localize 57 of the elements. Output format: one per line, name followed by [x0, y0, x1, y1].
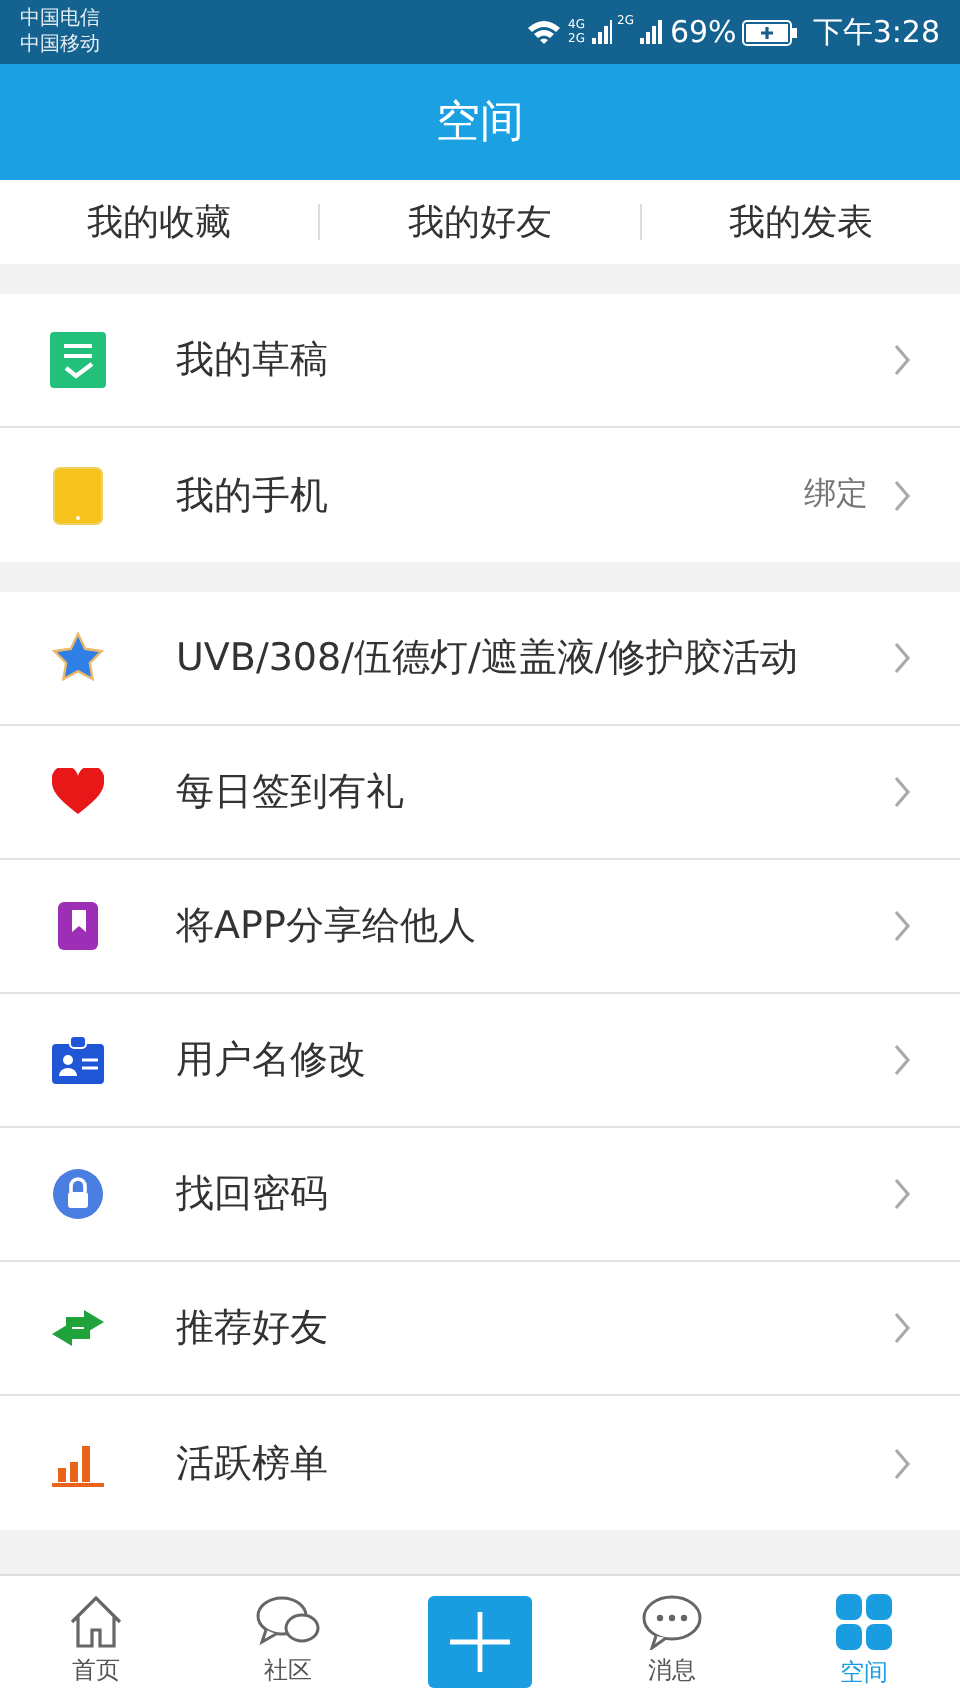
battery-icon [742, 19, 799, 45]
menu-row[interactable]: 用户名修改 [0, 994, 960, 1128]
signal-icon [639, 20, 664, 44]
chevron-right-icon [892, 1447, 912, 1479]
menu-row[interactable]: 我的手机 绑定 [0, 428, 960, 562]
row-label: 我的草稿 [176, 336, 330, 386]
chevron-right-icon [892, 776, 912, 808]
row-label: 找回密码 [176, 1170, 330, 1220]
row-label: 每日签到有礼 [176, 768, 406, 818]
row-label: 活跃榜单 [176, 1439, 330, 1489]
bookmark-icon [56, 900, 100, 952]
menu-row[interactable]: 找回密码 [0, 1128, 960, 1262]
tab[interactable]: 我的好友 [407, 198, 552, 246]
home-icon [66, 1594, 126, 1650]
star-icon [50, 630, 106, 686]
wifi-icon [526, 18, 563, 46]
grid-icon [834, 1592, 894, 1652]
heart-icon [52, 768, 104, 816]
row-label: 我的手机 [176, 471, 330, 521]
phone-icon [52, 465, 104, 525]
row-value: 绑定 [804, 474, 868, 516]
chevron-right-icon [892, 910, 912, 942]
menu-row[interactable]: 活跃榜单 [0, 1396, 960, 1530]
signal-icon [591, 20, 611, 44]
chevron-right-icon [892, 344, 912, 376]
plus-icon [448, 1609, 512, 1673]
tab[interactable]: 我的收藏 [87, 198, 232, 246]
menu-row[interactable]: 每日签到有礼 [0, 726, 960, 860]
carrier-name: 中国电信 [20, 6, 100, 32]
chevron-right-icon [892, 1312, 912, 1344]
row-label: 将APP分享给他人 [176, 902, 478, 952]
message-bubble-icon [640, 1594, 704, 1650]
chat-bubbles-icon [254, 1594, 322, 1650]
chevron-right-icon [892, 1044, 912, 1076]
menu-row[interactable]: UVB/308/伍德灯/遮盖液/修护胶活动 [0, 592, 960, 726]
battery-percent: 69% [669, 14, 737, 50]
id-card-icon [50, 1034, 106, 1086]
row-label: 推荐好友 [176, 1304, 330, 1354]
chevron-right-icon [892, 479, 912, 511]
swap-arrows-icon [48, 1308, 108, 1348]
chevron-right-icon [892, 642, 912, 674]
clock-time: 下午3:28 [812, 13, 940, 51]
draft-icon [48, 330, 108, 390]
menu-row[interactable]: 推荐好友 [0, 1262, 960, 1396]
chevron-right-icon [892, 1178, 912, 1210]
tab[interactable]: 我的发表 [728, 198, 873, 246]
nav-tab[interactable]: 首页 [0, 1594, 192, 1688]
nav-tab[interactable]: 消息 [576, 1594, 768, 1688]
menu-row[interactable]: 我的草稿 [0, 294, 960, 428]
screen-title: 空间 [436, 96, 524, 152]
row-label: 用户名修改 [176, 1036, 368, 1086]
carrier-name: 中国移动 [20, 32, 100, 58]
row-label: UVB/308/伍德灯/遮盖液/修护胶活动 [176, 634, 800, 684]
menu-row[interactable]: 将APP分享给他人 [0, 860, 960, 994]
nav-tab[interactable]: 社区 [192, 1594, 384, 1688]
add-button[interactable] [428, 1595, 532, 1687]
lock-icon [52, 1168, 104, 1220]
